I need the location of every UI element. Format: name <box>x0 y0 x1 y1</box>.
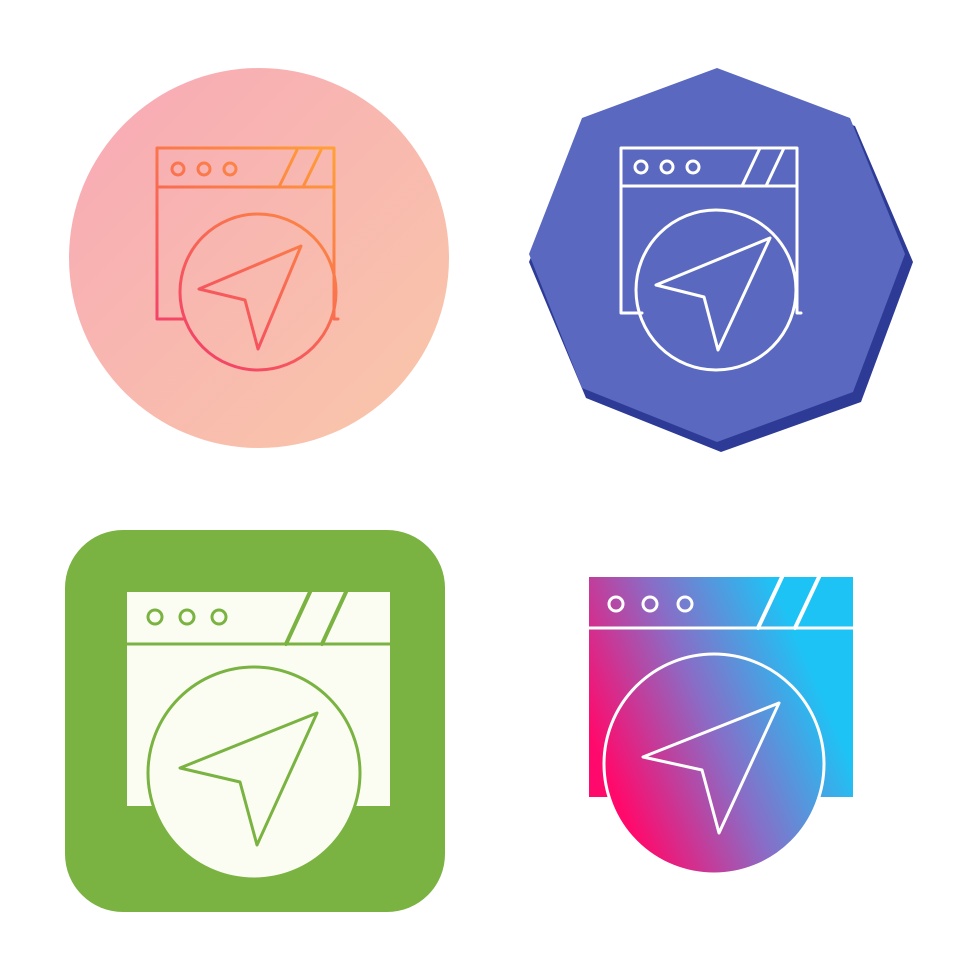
icon-tile-2 <box>529 68 913 452</box>
compass-circle-icon <box>602 652 826 876</box>
icon-set-canvas <box>0 0 980 980</box>
compass-circle-icon <box>146 665 362 881</box>
icon-tile-1 <box>69 68 449 448</box>
circle-badge <box>69 68 449 448</box>
icon-tile-4 <box>589 575 853 876</box>
web-navigation-icon <box>589 575 853 876</box>
octagon-badge <box>529 68 905 442</box>
icon-tile-3 <box>65 530 445 912</box>
